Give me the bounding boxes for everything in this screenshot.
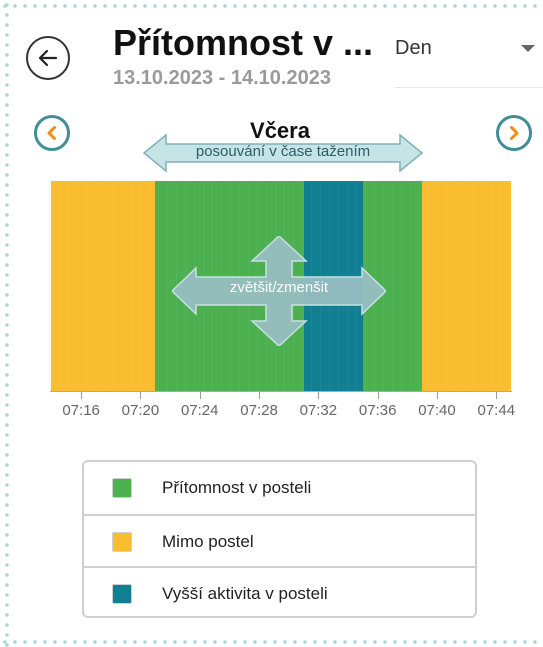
x-tick xyxy=(318,392,320,399)
legend-label: Vyšší aktivita v posteli xyxy=(162,584,328,603)
x-tick xyxy=(81,392,83,399)
pan-hint: posouvání v čase tažením xyxy=(195,143,371,160)
x-tick-label: 07:44 xyxy=(477,402,516,419)
x-tick xyxy=(496,392,498,399)
dotted-border-left xyxy=(0,0,14,647)
legend-label: Mimo postel xyxy=(162,532,254,551)
chevron-right-icon xyxy=(510,126,519,140)
next-day-button[interactable] xyxy=(496,115,532,151)
x-tick xyxy=(199,392,201,399)
arrow-left-icon xyxy=(38,49,58,67)
back-button[interactable] xyxy=(26,36,70,80)
x-axis xyxy=(50,391,512,392)
legend-label: Přítomnost v posteli xyxy=(162,478,312,497)
x-tick-label: 07:36 xyxy=(358,402,397,419)
legend: Přítomnost v posteli Mimo postel Vyšší a… xyxy=(82,460,477,618)
date-range: 13.10.2023 - 14.10.2023 xyxy=(113,67,331,89)
period-dropdown[interactable]: Den xyxy=(395,37,543,88)
legend-item-presence: Přítomnost v posteli xyxy=(84,462,475,514)
zoom-hint: zvětšit/zmenšit xyxy=(229,279,329,296)
x-tick xyxy=(377,392,379,399)
legend-item-out-of-bed: Mimo postel xyxy=(84,514,475,568)
dotted-border-bottom xyxy=(0,637,543,647)
legend-swatch xyxy=(112,478,132,498)
x-tick xyxy=(259,392,261,399)
x-tick xyxy=(140,392,142,399)
x-tick-label: 07:20 xyxy=(121,402,160,419)
caret-down-icon xyxy=(521,45,535,52)
page-title: Přítomnost v ... xyxy=(113,22,374,63)
legend-item-high-activity: Vyšší aktivita v posteli xyxy=(84,566,475,620)
period-selected: Den xyxy=(395,37,432,59)
legend-swatch xyxy=(112,532,132,552)
legend-swatch xyxy=(112,584,132,604)
x-tick-label: 07:28 xyxy=(240,402,278,419)
x-tick-label: 07:16 xyxy=(62,402,100,419)
x-tick xyxy=(436,392,438,399)
x-tick-label: 07:24 xyxy=(180,402,219,419)
x-tick-label: 07:32 xyxy=(299,402,338,419)
dotted-border-top xyxy=(0,0,543,12)
x-tick-label: 07:40 xyxy=(418,402,456,419)
